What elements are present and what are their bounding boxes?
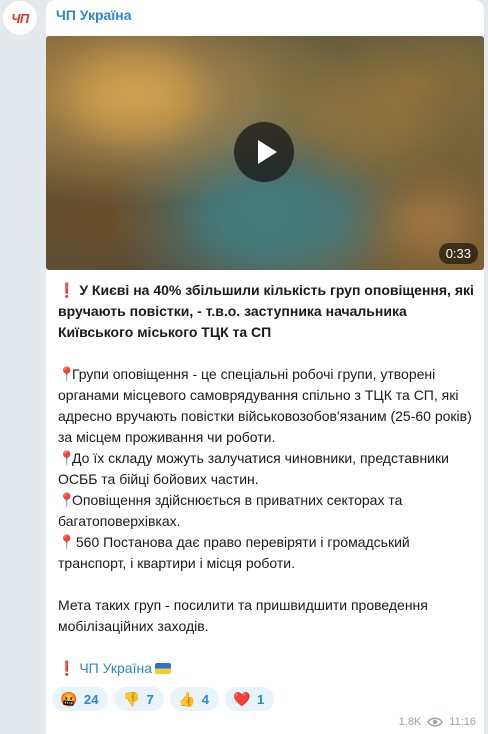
ukraine-flag-icon xyxy=(154,663,171,674)
reaction-heart[interactable]: ❤️ 1 xyxy=(224,687,275,711)
reaction-thumbs-up[interactable]: 👍 4 xyxy=(169,687,219,711)
avatar-text: ЧП xyxy=(11,10,29,26)
signature: ❗ ЧП Україна xyxy=(58,658,476,679)
pin-icon: 📍 xyxy=(58,366,76,382)
play-button[interactable] xyxy=(234,122,294,182)
pin-icon: 📍 xyxy=(58,492,76,508)
exclamation-icon: ❗ xyxy=(58,282,76,298)
paragraph-1: 📍Групи оповіщення - це спеціальні робочі… xyxy=(58,366,472,445)
pin-icon: 📍 xyxy=(58,450,76,466)
reaction-angry[interactable]: 🤬 24 xyxy=(52,687,109,711)
reaction-count: 1 xyxy=(256,691,265,707)
video-thumbnail[interactable]: 0:33 xyxy=(46,36,484,270)
channel-name[interactable]: ЧП Україна xyxy=(56,7,132,23)
pin-icon: 📍 xyxy=(58,534,76,550)
signature-link[interactable]: ЧП Україна xyxy=(79,660,152,676)
message-time: 11:16 xyxy=(449,716,476,728)
post-text: ❗ У Києві на 40% збільшили кількість гру… xyxy=(58,280,476,679)
reaction-thumbs-down[interactable]: 👎 7 xyxy=(114,687,164,711)
reactions-bar: 🤬 24 👎 7 👍 4 ❤️ 1 xyxy=(52,687,275,711)
channel-avatar[interactable]: ЧП xyxy=(2,0,38,36)
eye-icon xyxy=(427,717,444,727)
paragraph-3: 📍Оповіщення здійснюється в приватних сек… xyxy=(58,492,403,529)
view-count: 1.8K xyxy=(398,716,422,728)
angry-face-icon: 🤬 xyxy=(60,690,78,707)
play-icon xyxy=(258,140,277,164)
reaction-count: 24 xyxy=(84,691,99,707)
paragraph-2: 📍До їх складу можуть залучатися чиновник… xyxy=(58,450,449,487)
reaction-count: 4 xyxy=(201,691,209,707)
thumbs-down-icon: 👎 xyxy=(122,690,141,707)
reaction-count: 7 xyxy=(146,691,154,707)
thumbs-up-icon: 👍 xyxy=(177,690,196,707)
heart-icon: ❤️ xyxy=(233,690,251,707)
message-meta: 1.8K 11:16 xyxy=(399,716,476,728)
exclamation-icon: ❗ xyxy=(58,660,76,676)
video-duration: 0:33 xyxy=(438,243,478,264)
message-bubble: ЧП Україна 0:33 ❗ У Києві на 40% збільши… xyxy=(46,0,484,734)
conclusion: Мета таких груп - посилити та пришвидшит… xyxy=(58,597,428,634)
post-headline: ❗ У Києві на 40% збільшили кількість гру… xyxy=(58,282,474,340)
paragraph-4: 📍 560 Постанова дає право перевіряти і г… xyxy=(58,534,410,571)
